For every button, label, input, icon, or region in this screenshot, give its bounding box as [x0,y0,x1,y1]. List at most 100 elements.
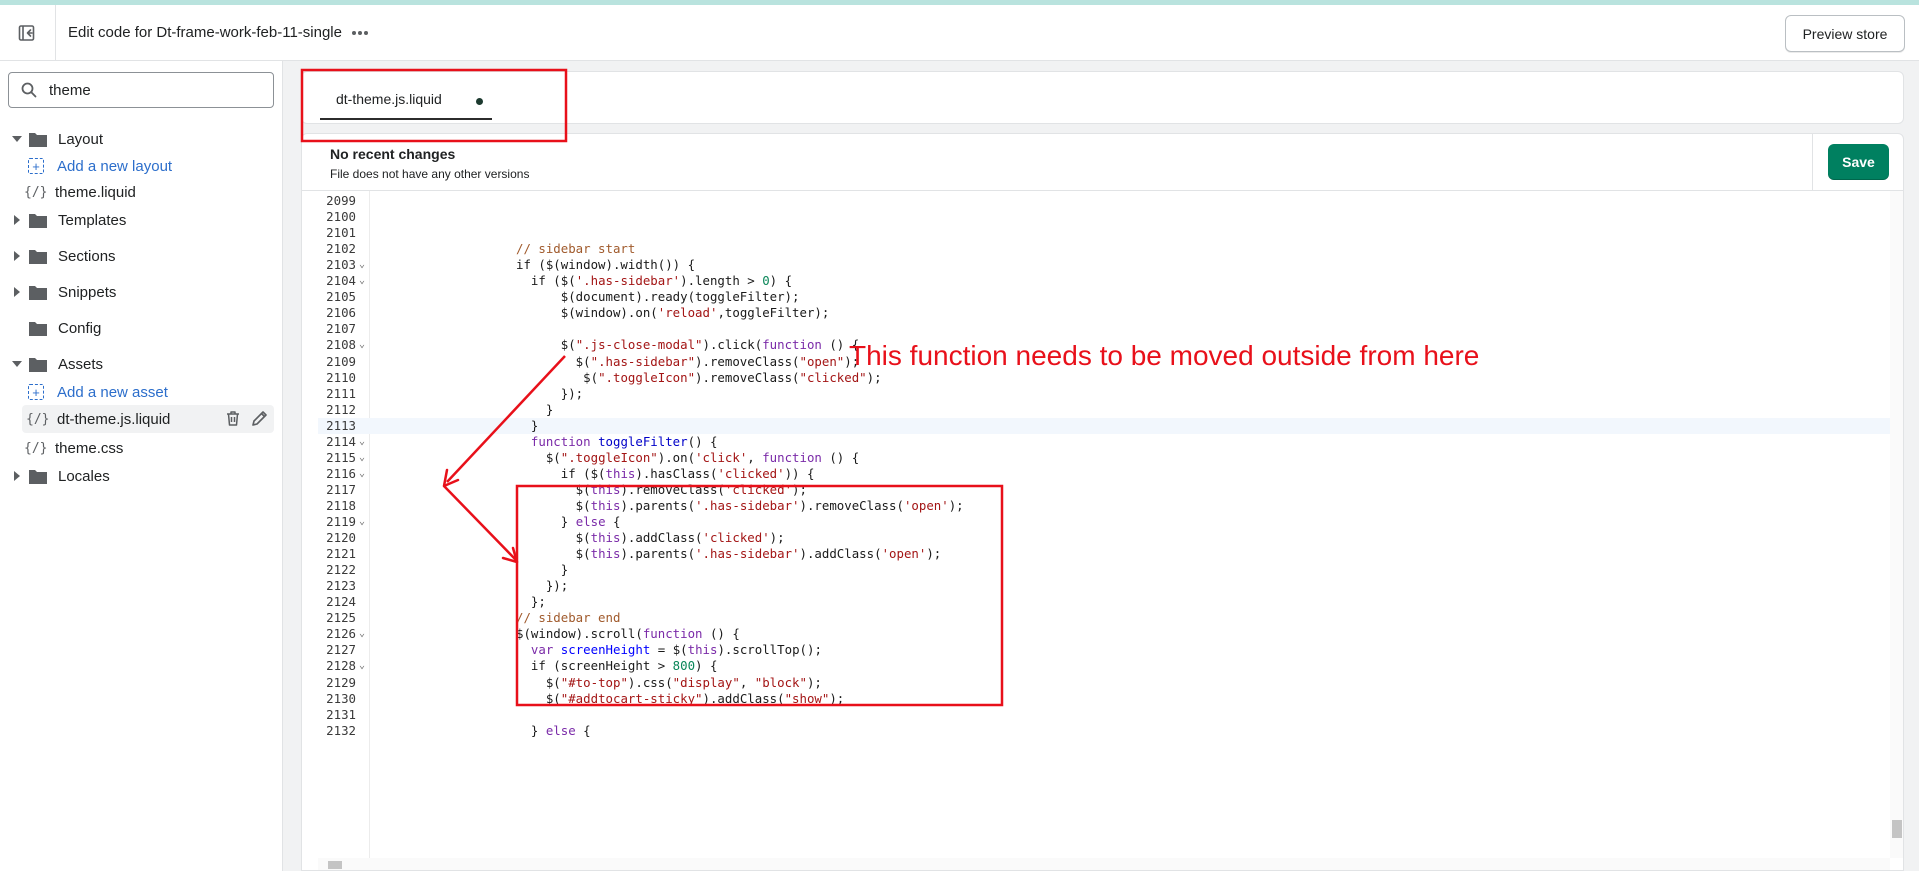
fold-toggle-icon[interactable]: ⌄ [359,626,365,642]
code-line[interactable]: 2114 ⌄ function toggleFilter() { [318,434,1890,450]
code-line[interactable]: 2116 ⌄ if ($(this).hasClass('clicked')) { [318,466,1890,482]
horizontal-scrollbar[interactable] [318,858,1890,870]
fold-toggle-icon[interactable]: ⌄ [359,658,365,674]
code-line[interactable]: 2107 [318,321,1890,337]
file-theme-css[interactable]: {/} theme.css [24,435,123,461]
code-text: var screenHeight = $(this).scrollTop(); [530,642,822,658]
code-line[interactable]: 2125 // sidebar end [318,610,1890,626]
folder-config[interactable]: Config [10,315,101,341]
code-line[interactable]: 2100 [318,209,1890,225]
line-number: 2109 [326,353,356,369]
horizontal-scroll-thumb[interactable] [328,861,342,869]
search-input[interactable] [49,80,259,100]
save-button[interactable]: Save [1828,144,1889,180]
code-line[interactable]: 2099 [318,193,1890,209]
line-number: 2115 [326,449,356,465]
code-line[interactable]: 2117 $(this).removeClass('clicked'); [318,482,1890,498]
fold-toggle-icon[interactable]: ⌄ [359,337,365,353]
folder-icon [28,248,48,265]
folder-layout[interactable]: Layout [10,126,103,152]
folder-sections[interactable]: Sections [10,243,116,269]
code-file-icon: {/} [24,184,48,200]
file-theme-liquid[interactable]: {/} theme.liquid [24,179,136,205]
line-number: 2123 [326,578,356,594]
code-area[interactable]: 2099 2100 2101 2102// sidebar start 2103 ⌄ if … [318,191,1890,858]
fold-toggle-icon[interactable]: ⌄ [359,466,365,482]
code-line[interactable]: 2118 $(this).parents('.has-sidebar').rem… [318,498,1890,514]
code-text: } else { [516,514,621,529]
preview-store-button[interactable]: Preview store [1785,15,1905,52]
code-line[interactable]: 2122 } [318,562,1890,578]
folder-locales[interactable]: Locales [10,463,110,489]
more-actions-button[interactable] [346,21,374,45]
add-file-icon: + [28,158,44,174]
code-line[interactable]: 2119 ⌄ } else { [318,514,1890,530]
code-line[interactable]: 2111 }); [318,386,1890,402]
line-number: 2127 [326,642,356,658]
open-files-tabs: dt-theme.js.liquid [301,71,1904,124]
code-line[interactable]: 2126 ⌄ $(window).scroll(function () { [318,626,1890,642]
fold-toggle-icon[interactable]: ⌄ [359,257,365,273]
vertical-scroll-thumb[interactable] [1892,820,1902,838]
code-line[interactable]: 2102 // sidebar start [318,241,1890,257]
code-line[interactable]: 2112 } [318,402,1890,418]
code-text: if ($('.has-sidebar').length > 0) { [516,273,793,289]
caret-right-icon [10,471,24,481]
code-text: } [516,562,569,578]
line-number: 2118 [326,497,356,513]
line-number: 2105 [326,289,356,305]
code-line[interactable]: 2101 [318,225,1890,241]
code-line[interactable]: 2128 ⌄ if (screenHeight > 800) { [318,658,1890,674]
code-text: $(window).on('reload',toggleFilter); [516,305,830,321]
exit-editor-button[interactable] [12,19,42,47]
tab-dt-theme-js-liquid[interactable]: dt-theme.js.liquid [320,80,492,120]
code-line[interactable]: 2113 } [318,417,1890,434]
code-line[interactable]: 2127 var screenHeight = $(this).scrollTo… [318,642,1890,658]
code-text: $("#addtocart-sticky").addClass("show"); [516,690,845,706]
folder-icon [28,356,48,373]
code-line[interactable]: 2131 [318,707,1890,723]
rename-pencil-icon[interactable] [251,410,268,427]
code-line[interactable]: 2106 $(window).on('reload',toggleFilter)… [318,305,1890,321]
caret-right-icon [10,251,24,261]
page-title: Edit code for Dt-frame-work-feb-11-singl… [68,24,342,41]
code-file-icon: {/} [24,440,48,456]
tab-label: dt-theme.js.liquid [336,91,442,107]
code-line[interactable]: 2123 }); [318,578,1890,594]
code-line[interactable]: 2129 $("#to-top").css("display", "block"… [318,675,1890,691]
add-new-asset-link[interactable]: + Add a new asset [28,379,168,405]
code-line[interactable]: 2103 ⌄ if ($(window).width()) { [318,257,1890,273]
code-line[interactable]: 2104 ⌄ if ($('.has-sidebar').length > 0) … [318,273,1890,289]
code-editor-panel: No recent changes File does not have any… [301,133,1904,871]
code-text: $(".toggleIcon").on('click', function ()… [516,449,860,465]
code-line[interactable]: 2130 $("#addtocart-sticky").addClass("sh… [318,691,1890,707]
fold-toggle-icon[interactable]: ⌄ [359,434,365,450]
fold-toggle-icon[interactable]: ⌄ [359,514,365,530]
vertical-scrollbar[interactable] [1890,191,1903,858]
folder-assets[interactable]: Assets [10,351,103,377]
code-line[interactable]: 2105 $(document).ready(toggleFilter); [318,289,1890,305]
folder-templates[interactable]: Templates [10,207,126,233]
fold-toggle-icon[interactable]: ⌄ [359,450,365,466]
fold-toggle-icon[interactable]: ⌄ [359,273,365,289]
line-number: 2122 [326,562,356,578]
add-link-label: Add a new asset [57,383,168,401]
folder-icon [28,468,48,485]
line-number: 2132 [326,722,356,738]
code-text: $(".has-sidebar").removeClass("open"); [516,353,860,369]
code-text: } else { [516,722,591,738]
code-line[interactable]: 2121 $(this).parents('.has-sidebar').add… [318,546,1890,562]
folder-snippets[interactable]: Snippets [10,279,116,305]
code-line[interactable]: 2115 ⌄ $(".toggleIcon").on('click', funct… [318,450,1890,466]
file-dt-theme-js-liquid[interactable]: {/} dt-theme.js.liquid [22,405,274,433]
file-search[interactable] [8,72,274,108]
delete-icon[interactable] [225,410,241,427]
line-number: 2107 [326,321,356,337]
line-number: 2102 [326,241,356,257]
code-line[interactable]: 2124 }; [318,594,1890,610]
folder-label: Config [58,319,102,337]
code-line[interactable]: 2132 } else { [318,723,1890,739]
code-line[interactable]: 2120 $(this).addClass('clicked'); [318,530,1890,546]
add-new-layout-link[interactable]: + Add a new layout [28,153,172,179]
line-number: 2130 [326,690,356,706]
